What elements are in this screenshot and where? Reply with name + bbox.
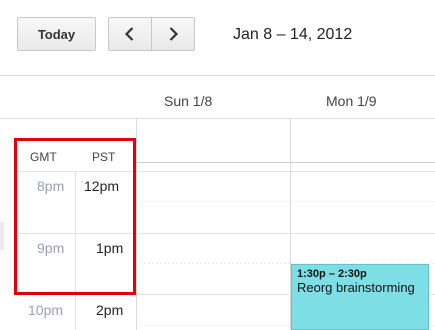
calendar-toolbar: Today Jan 8 – 14, 2012 bbox=[0, 0, 435, 84]
chevron-right-icon bbox=[169, 27, 179, 41]
day-header-sun[interactable]: Sun 1/8 bbox=[164, 93, 212, 109]
date-range-label: Jan 8 – 14, 2012 bbox=[233, 26, 353, 43]
toolbar-divider bbox=[0, 75, 435, 76]
event-title: Reorg brainstorming bbox=[297, 280, 415, 295]
chevron-left-icon bbox=[124, 27, 134, 41]
day-header-mon[interactable]: Mon 1/9 bbox=[326, 93, 377, 109]
next-week-button[interactable] bbox=[151, 17, 195, 51]
timezone-highlight-box bbox=[14, 138, 136, 295]
hour-label-gmt: 10pm bbox=[28, 302, 64, 318]
calendar-event[interactable]: 1:30p – 2:30p Reorg brainstorming bbox=[291, 264, 429, 330]
hour-label-pst: 2pm bbox=[96, 302, 124, 318]
side-panel-handle[interactable] bbox=[0, 222, 4, 250]
previous-week-button[interactable] bbox=[108, 17, 152, 51]
today-button[interactable]: Today bbox=[17, 17, 96, 51]
